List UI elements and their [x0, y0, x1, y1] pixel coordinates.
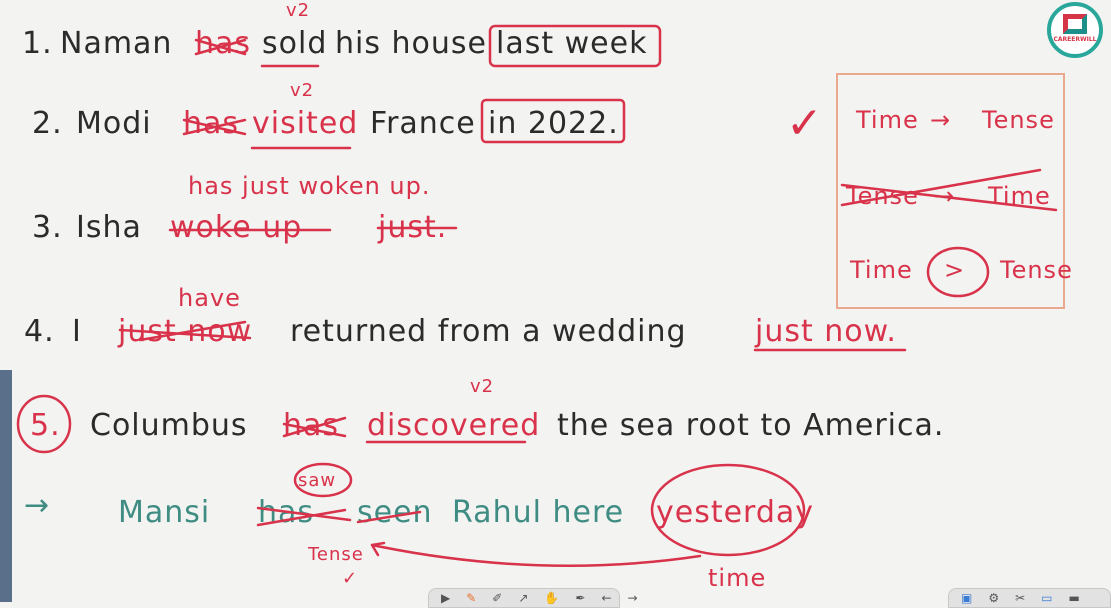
line4-time: just now. — [755, 314, 897, 349]
window-icon[interactable]: ▣ — [961, 591, 972, 605]
check-icon: ✓ — [786, 98, 824, 149]
line2-time: in 2022. — [488, 106, 619, 141]
line3-correction: has just woken up. — [188, 172, 431, 200]
line6-struck: has — [258, 495, 315, 530]
line2-verb: visited — [252, 106, 359, 141]
tools-icon[interactable]: ✂ — [1015, 591, 1025, 605]
line5-word: Columbus — [90, 408, 248, 443]
line5-verb: discovered — [367, 408, 541, 443]
careerwill-logo: CAREERWILL — [1047, 2, 1103, 58]
arrow-marker: → — [24, 488, 51, 523]
line3-word: Isha — [76, 210, 142, 245]
line1-number: 1. — [22, 26, 53, 61]
tense-note: Tense — [308, 544, 364, 565]
line4-correction: have — [178, 284, 241, 312]
marker-tool-icon[interactable]: ✒ — [575, 591, 585, 605]
arrow-tool-icon[interactable]: ↗ — [518, 591, 528, 605]
line6-time: yesterday — [656, 495, 815, 530]
line6-word: Mansi — [118, 495, 211, 530]
line2-word: Modi — [76, 106, 152, 141]
line4-word: I — [72, 314, 82, 349]
line6-word: Rahul here — [452, 495, 625, 530]
select-tool-icon[interactable]: ▶ — [441, 591, 450, 605]
line2-number: 2. — [32, 106, 63, 141]
pencil-tool-icon[interactable]: ✎ — [466, 591, 476, 605]
box-row1-b: Tense — [982, 106, 1055, 134]
line3-struck: just. — [378, 210, 448, 245]
tick-icon: ✓ — [342, 568, 359, 589]
line4-word: returned from a wedding — [290, 314, 687, 349]
box-row3-a: Time — [850, 256, 913, 284]
line3-number: 3. — [32, 210, 63, 245]
drawing-toolbar: ▶ ✎ ✐ ↗ ✋ ✒ ← → — [428, 588, 638, 608]
line1-word: Naman — [60, 26, 173, 61]
line1-word: his house — [335, 26, 487, 61]
line6-struck: seen — [357, 495, 433, 530]
line3-struck: woke up — [170, 210, 303, 245]
settings-icon[interactable]: ⚙ — [988, 591, 999, 605]
box-row2-arrow: → — [934, 182, 956, 210]
line1-time: last week — [496, 26, 648, 61]
box-row2-b: Time — [988, 182, 1051, 210]
box-row1-arrow: → — [930, 106, 952, 134]
line5-struck: has — [283, 408, 340, 443]
line4-number: 4. — [24, 314, 55, 349]
presenter-edge — [0, 370, 12, 602]
hand-tool-icon[interactable]: ✋ — [544, 591, 559, 605]
box-row3-b: Tense — [1000, 256, 1073, 284]
box-row1-a: Time — [856, 106, 919, 134]
line4-struck: just now — [118, 314, 253, 349]
line2-struck: has — [183, 106, 240, 141]
line5-v2: v2 — [470, 376, 495, 397]
line2-v2: v2 — [290, 80, 315, 101]
minimize-icon[interactable]: ▬ — [1069, 591, 1080, 605]
redo-icon[interactable]: → — [628, 591, 638, 605]
line1-v2: v2 — [286, 0, 311, 21]
line1-struck: has — [195, 26, 252, 61]
line5-word: the sea root to America. — [557, 408, 945, 443]
box-row3-gt: > — [944, 256, 966, 284]
line1-verb: sold — [262, 26, 328, 61]
line2-word: France — [370, 106, 476, 141]
screen-icon[interactable]: ▭ — [1041, 591, 1052, 605]
time-note: time — [708, 564, 767, 592]
line5-number: 5. — [30, 408, 61, 443]
pen-tool-icon[interactable]: ✐ — [492, 591, 502, 605]
box-row2-a: Tense — [846, 182, 919, 210]
line6-correction: saw — [298, 470, 337, 491]
system-toolbar: ▣ ⚙ ✂ ▭ ▬ — [948, 588, 1111, 608]
undo-icon[interactable]: ← — [601, 591, 611, 605]
